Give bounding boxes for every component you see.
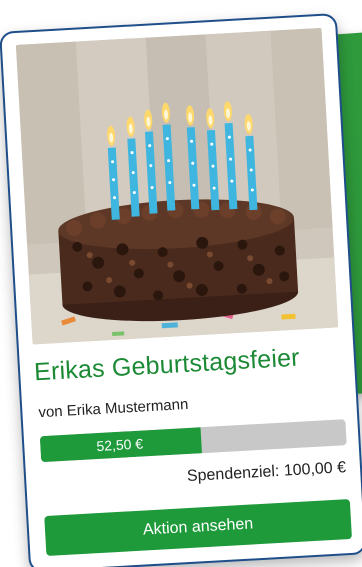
birthday-cake-photo [15,27,339,345]
donation-progress-bar: 52,50 € [39,419,347,463]
campaign-card[interactable]: Erikas Geburtstagsfeier von Erika Muster… [0,12,362,567]
campaign-title[interactable]: Erikas Geburtstagsfeier [33,341,344,387]
page: Erikas Geburtstagsfeier von Erika Muster… [0,0,362,567]
raised-amount: 52,50 € [95,435,144,455]
view-campaign-button[interactable]: Aktion ansehen [44,499,352,557]
donation-goal: Spendenziel: 100,00 € [186,459,347,486]
campaign-author: von Erika Mustermann [37,395,189,422]
